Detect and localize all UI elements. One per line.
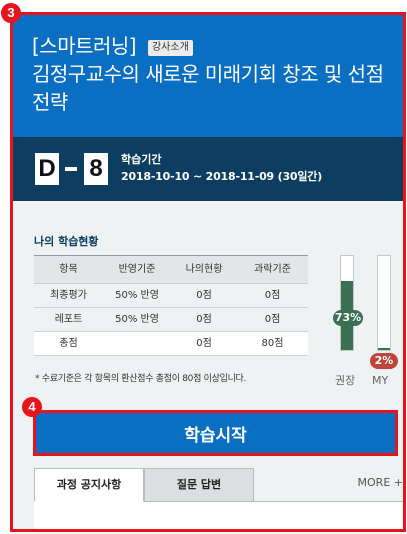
- table-cell: 0점: [237, 283, 308, 308]
- completion-criteria-note: * 수료기준은 각 항목의 환산점수 총점이 80점 이상입니다.: [35, 374, 247, 384]
- learning-status-title: 나의 학습현황: [34, 235, 99, 248]
- table-cell: 0점: [171, 307, 237, 332]
- column-header-my-status: 나의현황: [171, 255, 237, 284]
- tab-course-notice[interactable]: 과정 공지사항: [34, 468, 144, 502]
- course-header: [스마트러닝] 강사소개 김정구교수의 새로운 미래기회 창조 및 선점전략: [13, 15, 403, 137]
- table-cell: 레포트: [34, 307, 103, 332]
- table-cell: 0점: [171, 331, 237, 356]
- step-badge-3: 3: [1, 3, 21, 23]
- table-cell: 총점: [34, 331, 103, 356]
- table-cell: 최종평가: [34, 283, 103, 308]
- d-day-number: 8: [84, 153, 108, 185]
- study-period-label: 학습기간: [121, 153, 162, 166]
- table-row: 최종평가 50% 반영 0점 0점: [34, 283, 308, 308]
- table-cell: 0점: [237, 307, 308, 332]
- recommended-progress-gauge: [340, 255, 354, 351]
- my-progress-percent: 2%: [370, 353, 398, 369]
- course-card: [스마트러닝] 강사소개 김정구교수의 새로운 미래기회 창조 및 선점전략 D…: [10, 12, 406, 532]
- column-header-cutoff: 과락기준: [237, 255, 308, 284]
- study-period-dates: 2018-10-10 ~ 2018-11-09 (30일간): [121, 170, 323, 183]
- table-cell: 50% 반영: [103, 283, 171, 308]
- tab-qna[interactable]: 질문 답변: [144, 468, 254, 502]
- table-row: 레포트 50% 반영 0점 0점: [34, 307, 308, 332]
- table-cell: [103, 331, 171, 356]
- course-title-main: 김정구교수의 새로운 미래기회 창조 및 선점전략: [32, 62, 384, 114]
- my-progress-gauge: [377, 255, 391, 351]
- notice-list-area: [34, 502, 403, 529]
- more-link[interactable]: MORE +: [358, 468, 403, 498]
- learning-status-section: 나의 학습현황 항목 반영기준 나의현황 과락기준 최종평가 50% 반영 0점…: [13, 201, 403, 529]
- recommended-progress-label: 권장: [335, 374, 356, 387]
- study-period-bar: D 8 학습기간 2018-10-10 ~ 2018-11-09 (30일간): [13, 137, 403, 201]
- course-title-prefix: [스마트러닝]: [32, 34, 137, 58]
- my-progress-label: MY: [372, 374, 389, 387]
- column-header-weight: 반영기준: [103, 255, 171, 284]
- learning-status-table: 항목 반영기준 나의현황 과락기준 최종평가 50% 반영 0점 0점 레포트 …: [34, 255, 308, 356]
- table-row-total: 총점 0점 80점: [34, 331, 308, 356]
- table-cell: 80점: [237, 331, 308, 356]
- column-header-item: 항목: [34, 255, 103, 284]
- step-badge-4: 4: [22, 397, 42, 417]
- board-tabs: 과정 공지사항 질문 답변 MORE +: [34, 468, 403, 502]
- d-day-letter: D: [35, 153, 59, 185]
- start-learning-button[interactable]: 학습시작: [33, 410, 398, 456]
- d-day-dash: [65, 167, 77, 171]
- table-header-row: 항목 반영기준 나의현황 과락기준: [34, 255, 308, 284]
- course-title: [스마트러닝] 강사소개 김정구교수의 새로운 미래기회 창조 및 선점전략: [32, 32, 398, 116]
- table-cell: 50% 반영: [103, 307, 171, 332]
- my-progress-fill: [378, 348, 390, 350]
- instructor-intro-button[interactable]: 강사소개: [147, 40, 193, 56]
- table-cell: 0점: [171, 283, 237, 308]
- recommended-progress-percent: 73%: [333, 310, 363, 326]
